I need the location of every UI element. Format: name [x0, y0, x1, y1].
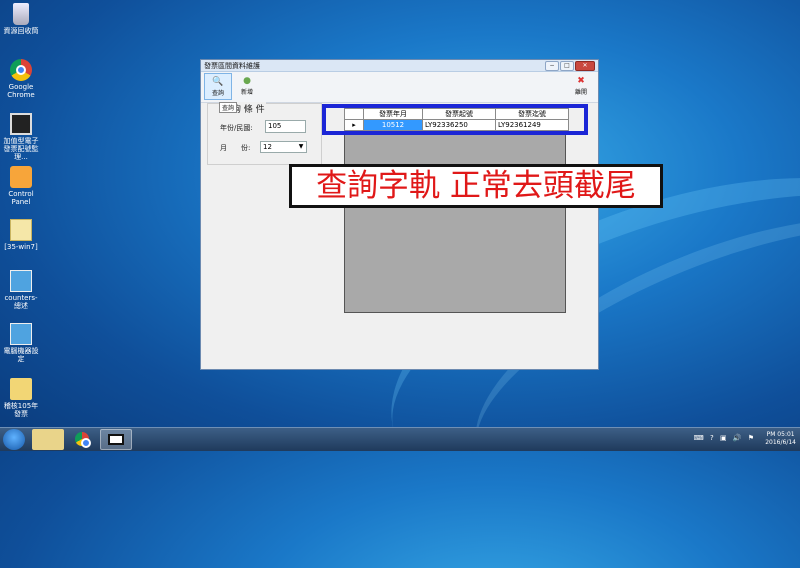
taskbar-app-window[interactable]	[100, 429, 132, 450]
month-label: 月 份:	[220, 144, 251, 152]
clock-date: 2016/6/14	[765, 439, 796, 446]
desktop-icon-label: counters-總述	[4, 294, 38, 310]
monitor-app-icon	[10, 113, 32, 135]
desktop-icon-counters[interactable]: counters-總述	[2, 270, 40, 310]
desktop-icon-label: 稽核105年發票	[3, 402, 39, 418]
add-button-label: 新增	[240, 89, 253, 96]
desktop-icon-chrome[interactable]: Google Chrome	[2, 59, 40, 99]
data-grid[interactable]	[344, 108, 566, 313]
tooltip: 查詢	[219, 102, 238, 113]
folder-icon	[10, 378, 32, 400]
search-icon: 🔍	[212, 77, 224, 87]
desktop-icon-label: 資源回收筒	[3, 27, 39, 35]
close-button[interactable]: ✕	[575, 60, 595, 71]
chrome-icon	[75, 432, 91, 448]
query-button[interactable]: 🔍 查詢	[204, 73, 232, 100]
query-button-label: 查詢	[211, 90, 224, 97]
desktop-icon-label: [35-win7]	[4, 243, 38, 251]
taskbar-explorer[interactable]	[32, 429, 64, 450]
control-panel-icon	[10, 166, 32, 188]
clock[interactable]: PM 05:01 2016/6/14	[765, 431, 796, 447]
year-input[interactable]: 105	[265, 120, 306, 133]
system-tray[interactable]: ⌨ ? ▣ 🔊 ⚑	[694, 434, 756, 442]
start-button[interactable]	[3, 429, 25, 450]
desktop-icon-label: Control Panel	[8, 190, 34, 206]
desktop-icon-label: 電腦機器設定	[3, 347, 39, 363]
file-icon	[10, 219, 32, 241]
year-label: 年份/民國:	[220, 124, 253, 132]
exit-icon: ✖	[577, 76, 585, 86]
exit-button[interactable]: ✖ 離開	[567, 73, 595, 100]
app-window: 發票區間資料維護 − □ ✕ 🔍 查詢 ● 新增 ✖ 離開 查 詢 條 件 年份…	[200, 59, 599, 370]
app-icon	[10, 323, 32, 345]
app-icon	[10, 270, 32, 292]
desktop-icon-file[interactable]: [35-win7]	[2, 219, 40, 251]
exit-button-label: 離開	[574, 89, 587, 96]
taskbar-chrome[interactable]	[66, 429, 98, 450]
window-title: 發票區間資料維護	[204, 61, 260, 70]
highlight-frame	[322, 104, 588, 135]
desktop-icon-invoice-app[interactable]: 加值型電子發票配號監理...	[2, 113, 40, 161]
toolbar: 🔍 查詢 ● 新增 ✖ 離開	[201, 72, 598, 103]
chrome-icon	[10, 59, 32, 81]
taskbar: ⌨ ? ▣ 🔊 ⚑ PM 05:01 2016/6/14	[0, 427, 800, 451]
desktop-icon-control-panel[interactable]: Control Panel	[2, 166, 40, 206]
desktop-icon-label: Google Chrome	[7, 83, 35, 99]
add-button[interactable]: ● 新增	[233, 73, 261, 100]
desktop-icon-settings[interactable]: 電腦機器設定	[2, 323, 40, 363]
month-select-value: 12	[263, 143, 272, 151]
chevron-down-icon[interactable]: ▼	[297, 143, 305, 151]
annotation-callout: 查詢字軌 正常去頭截尾	[289, 164, 663, 208]
add-icon: ●	[243, 76, 251, 86]
title-bar[interactable]: 發票區間資料維護 − □ ✕	[201, 60, 598, 72]
recycle-bin-icon	[13, 3, 29, 25]
maximize-button[interactable]: □	[560, 60, 574, 71]
window-icon	[108, 434, 124, 445]
month-select[interactable]: 12 ▼	[260, 141, 307, 153]
clock-time: PM 05:01	[766, 431, 795, 438]
desktop-icon-folder[interactable]: 稽核105年發票	[2, 378, 40, 418]
window-body: 查 詢 條 件 年份/民國: 105 月 份: 12 ▼ 發票年月 發票起號 發…	[201, 102, 598, 369]
minimize-button[interactable]: −	[545, 60, 559, 71]
desktop-icon-recycle-bin[interactable]: 資源回收筒	[2, 3, 40, 35]
desktop-icon-label: 加值型電子發票配號監理...	[3, 137, 39, 161]
